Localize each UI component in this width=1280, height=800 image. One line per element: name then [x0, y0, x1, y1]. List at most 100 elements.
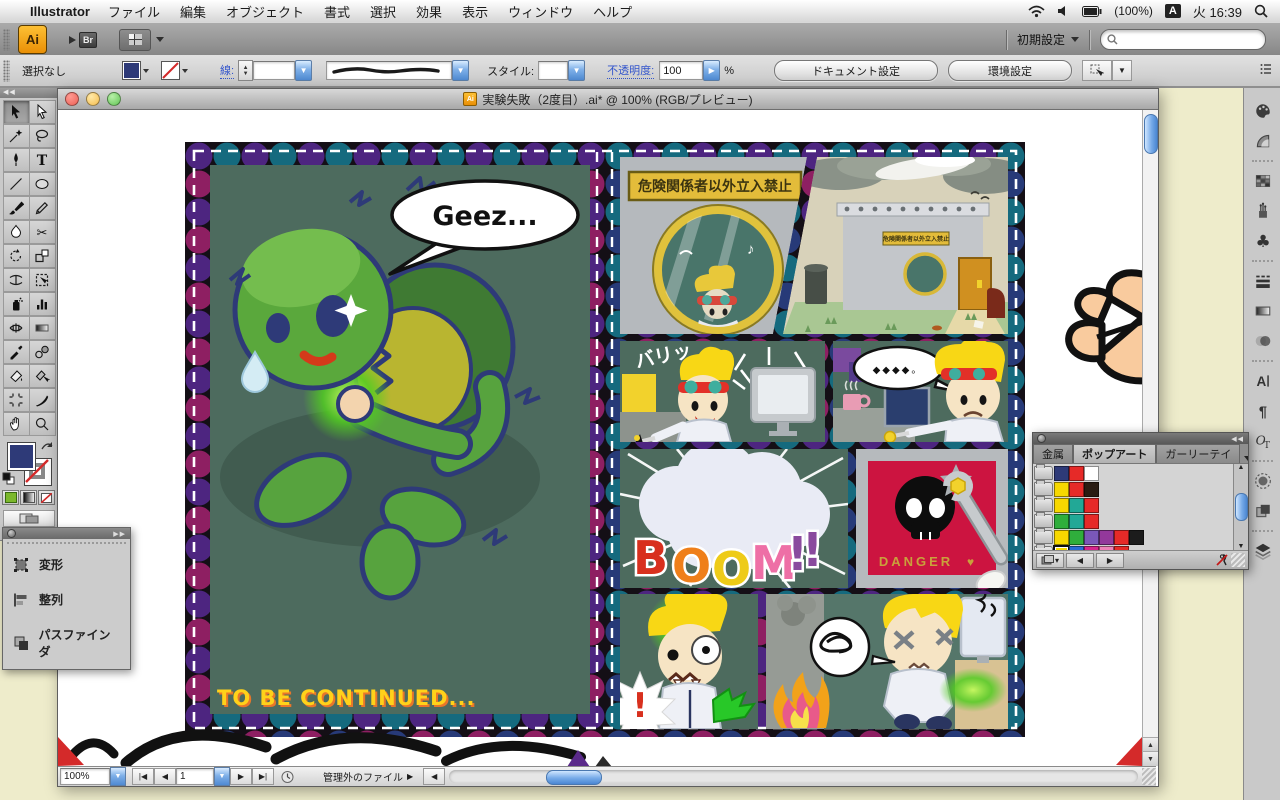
- stroke-weight-caret[interactable]: ▼: [295, 60, 313, 81]
- swatch-tab-ガーリーテイ[interactable]: ガーリーテイ: [1156, 444, 1241, 463]
- swatch-chip[interactable]: [1054, 481, 1069, 497]
- tools-collapse[interactable]: ◀◀: [0, 88, 57, 98]
- swatch-tab-ポップアート[interactable]: ポップアート: [1073, 444, 1157, 463]
- swatch-chip[interactable]: [1069, 513, 1084, 529]
- character-panel-icon[interactable]: A: [1244, 366, 1280, 396]
- swatch-chip[interactable]: [1129, 529, 1144, 545]
- menu-表示[interactable]: 表示: [462, 2, 488, 21]
- go-to-bridge-button[interactable]: Br: [69, 31, 98, 48]
- swatch-chip[interactable]: [1053, 544, 1070, 550]
- preferences-button[interactable]: 環境設定: [947, 60, 1072, 81]
- swatch-chip[interactable]: [1114, 545, 1129, 550]
- window-resize-grip[interactable]: [1142, 768, 1156, 785]
- align-panel-item[interactable]: 整列: [3, 582, 130, 617]
- swatch-chip[interactable]: [1069, 481, 1084, 497]
- first-artboard-button[interactable]: |◀: [132, 768, 154, 785]
- swatch-panel-collapse[interactable]: ◀◀: [1231, 435, 1244, 443]
- tool-live-paint-selection[interactable]: [28, 364, 56, 388]
- menu-編集[interactable]: 編集: [180, 2, 206, 21]
- tool-paintbrush[interactable]: [2, 196, 30, 220]
- paragraph-panel-icon[interactable]: ¶: [1244, 396, 1280, 426]
- horizontal-scrollbar[interactable]: [449, 770, 1138, 785]
- swatch-chip[interactable]: [1069, 497, 1084, 513]
- tool-blob-brush[interactable]: [2, 220, 30, 244]
- align-options-caret[interactable]: ▼: [1111, 60, 1132, 81]
- scroll-up-button[interactable]: ▲: [1143, 737, 1158, 752]
- swatch-folder-icon[interactable]: [1034, 544, 1053, 550]
- swatch-folder-icon[interactable]: [1034, 480, 1053, 496]
- status-caret[interactable]: ▶: [407, 772, 413, 781]
- pathfinder-panel-item[interactable]: パスファインダ: [3, 617, 130, 669]
- color-guide-panel-icon[interactable]: [1244, 126, 1280, 156]
- hand-artwork[interactable]: [1065, 269, 1142, 400]
- swatch-chip[interactable]: [1099, 545, 1114, 550]
- tool-direct-selection[interactable]: [28, 100, 56, 124]
- menu-ヘルプ[interactable]: ヘルプ: [593, 2, 632, 21]
- align-options-button[interactable]: [1081, 60, 1112, 81]
- swatch-chip[interactable]: [1084, 529, 1099, 545]
- tool-mesh[interactable]: [2, 316, 30, 340]
- menu-ファイル[interactable]: ファイル: [108, 2, 160, 21]
- stroke-link[interactable]: 線:: [220, 62, 235, 79]
- zoom-caret[interactable]: ▼: [110, 767, 126, 786]
- next-library-button[interactable]: ▶: [1096, 552, 1124, 568]
- horizontal-scroll-thumb[interactable]: [545, 770, 602, 785]
- swatch-group-button[interactable]: ▾: [1036, 552, 1064, 568]
- tool-blend[interactable]: [28, 340, 56, 364]
- symbols-panel-icon[interactable]: ♣: [1244, 226, 1280, 256]
- graphic-styles-panel-icon[interactable]: [1244, 496, 1280, 526]
- default-fill-stroke-icon[interactable]: [2, 472, 15, 485]
- tool-selection[interactable]: [2, 100, 30, 124]
- tool-type[interactable]: T: [28, 148, 56, 172]
- swatch-chip[interactable]: [1069, 529, 1084, 545]
- tool-zoom[interactable]: [28, 412, 56, 436]
- gradient-panel-icon[interactable]: [1244, 296, 1280, 326]
- fill-proxy[interactable]: [7, 442, 36, 471]
- swatch-folder-icon[interactable]: [1034, 496, 1053, 512]
- swatch-folder-icon[interactable]: [1034, 528, 1053, 544]
- tool-lasso[interactable]: [28, 124, 56, 148]
- prev-artboard-button[interactable]: ◀: [154, 768, 176, 785]
- tool-symbol-sprayer[interactable]: [2, 292, 30, 316]
- swatch-chip[interactable]: [1084, 465, 1099, 481]
- swatch-chip[interactable]: [1114, 529, 1129, 545]
- style-field[interactable]: [538, 61, 569, 80]
- arrange-documents-caret[interactable]: [156, 37, 165, 42]
- window-titlebar[interactable]: Ai 実験失敗（2度目）.ai* @ 100% (RGB/プレビュー): [58, 89, 1158, 110]
- transform-panel-item[interactable]: 変形: [3, 547, 130, 582]
- tool-scissors[interactable]: ✂: [28, 220, 56, 244]
- gradient-mode-button[interactable]: [20, 490, 37, 505]
- tool-ellipse[interactable]: [28, 172, 56, 196]
- swatch-chip[interactable]: [1084, 497, 1099, 513]
- swatch-chip[interactable]: [1084, 481, 1099, 497]
- tool-eyedropper[interactable]: [2, 340, 30, 364]
- arrange-documents-button[interactable]: [119, 28, 152, 51]
- panel-options-icon[interactable]: [1260, 63, 1280, 78]
- workspace-switcher[interactable]: 初期設定: [1017, 31, 1079, 48]
- stroke-weight-stepper[interactable]: ▲ ▼: [238, 60, 254, 81]
- app-menu[interactable]: Illustrator: [30, 4, 90, 19]
- fill-color-swatch[interactable]: [122, 61, 141, 80]
- spotlight-icon[interactable]: [1254, 4, 1268, 18]
- tool-rotate[interactable]: [2, 244, 30, 268]
- scrap-artwork[interactable]: [65, 729, 612, 766]
- layers-panel-icon[interactable]: [1244, 536, 1280, 566]
- swatch-tab-金属[interactable]: 金属: [1033, 444, 1073, 463]
- battery-icon[interactable]: [1082, 5, 1102, 17]
- vertical-scroll-thumb[interactable]: [1144, 114, 1158, 154]
- drawing-mode-button[interactable]: [2, 510, 55, 527]
- zoom-field[interactable]: 100%: [60, 768, 110, 785]
- swatch-chip[interactable]: [1069, 465, 1084, 481]
- tool-magic-wand[interactable]: [2, 124, 30, 148]
- swatch-chip[interactable]: [1054, 529, 1069, 545]
- opacity-popout[interactable]: ▶: [703, 60, 721, 81]
- opentype-panel-icon[interactable]: OT: [1244, 426, 1280, 456]
- none-mode-button[interactable]: [38, 490, 55, 505]
- fill-caret[interactable]: [143, 68, 149, 73]
- swatch-chip[interactable]: [1054, 465, 1069, 481]
- brush-caret[interactable]: ▼: [452, 60, 470, 81]
- tool-live-paint-bucket[interactable]: [2, 364, 30, 388]
- swap-fill-stroke-icon[interactable]: [40, 440, 54, 452]
- swatch-chip[interactable]: [1054, 497, 1069, 513]
- swatch-scroll-down[interactable]: ▼: [1238, 543, 1245, 550]
